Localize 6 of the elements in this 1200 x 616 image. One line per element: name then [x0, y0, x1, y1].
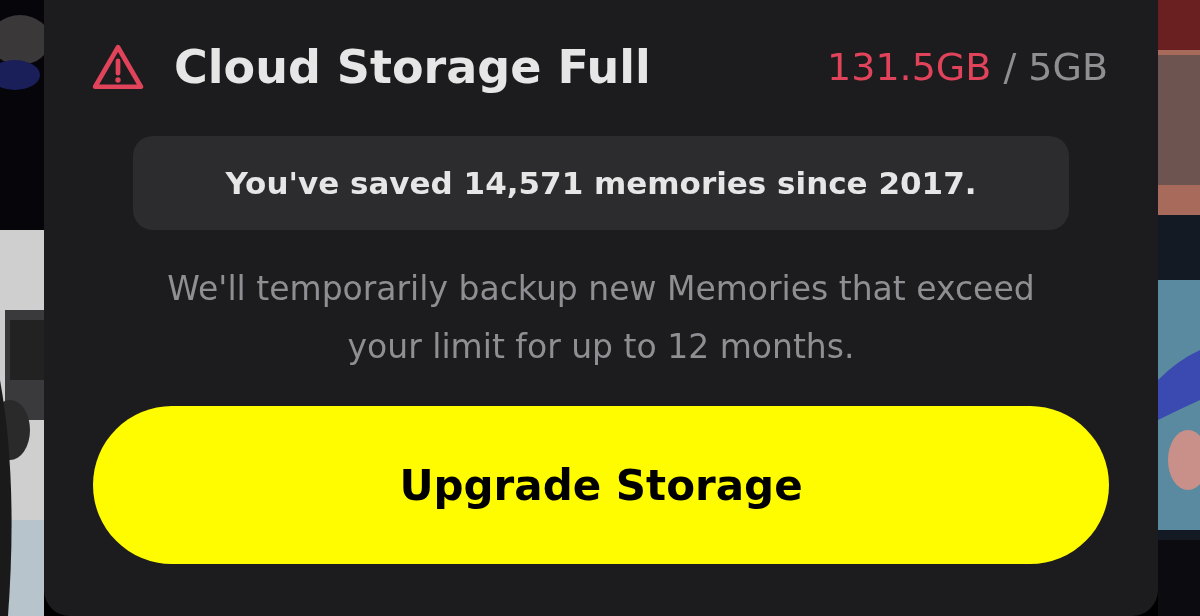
memories-summary: You've saved 14,571 memories since 2017.	[133, 136, 1069, 230]
warning-icon	[92, 43, 144, 91]
storage-usage: 131.5GB / 5GB	[827, 45, 1108, 89]
upgrade-storage-button[interactable]: Upgrade Storage	[93, 406, 1109, 564]
backup-message: We'll temporarily backup new Memories that exceed your limit for up to 12 months.	[166, 268, 1036, 368]
dialog-title: Cloud Storage Full	[174, 40, 651, 94]
